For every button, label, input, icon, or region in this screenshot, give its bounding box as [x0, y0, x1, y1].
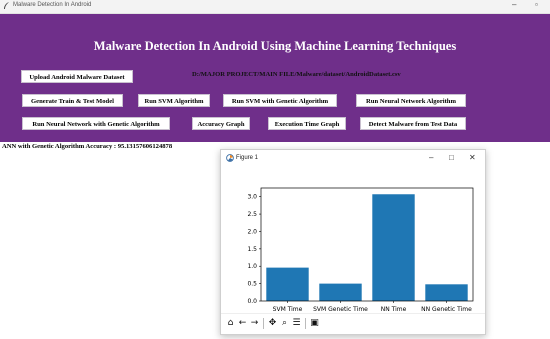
- zoom-icon[interactable]: ⌕: [279, 318, 290, 329]
- configure-icon[interactable]: ☰: [291, 318, 302, 329]
- bar-chart: SVM Time SVM Genetic Time NN Time NN Geneti…: [247, 187, 474, 312]
- y-tick-label: 2.0: [247, 228, 257, 235]
- dataset-path-label: D:/MAJOR PROJECT/MAIN FILE/Malware/datas…: [192, 71, 401, 78]
- figure-toolbar: ⌂ ← → ✥ ⌕ ☰ ▣: [221, 313, 485, 334]
- back-icon[interactable]: ←: [237, 318, 248, 329]
- save-icon[interactable]: ▣: [309, 318, 320, 329]
- x-tick-label: NN Time: [381, 306, 407, 312]
- pan-icon[interactable]: ✥: [267, 318, 278, 329]
- bar-2: [319, 283, 362, 301]
- window-titlebar: Malware Detection In Android – ▫: [0, 0, 550, 14]
- figure-minimize-button[interactable]: –: [429, 153, 433, 162]
- window-maximize-button[interactable]: ▫: [535, 0, 538, 9]
- run-nn-genetic-button[interactable]: Run Neural Network with Genetic Algorith…: [22, 117, 170, 130]
- generate-model-button[interactable]: Generate Train & Test Model: [22, 94, 123, 107]
- bar-4: [425, 284, 468, 301]
- y-tick-label: 3.0: [247, 194, 257, 201]
- toolbar-separator: [263, 318, 264, 329]
- window-minimize-button[interactable]: –: [512, 0, 516, 9]
- matplotlib-icon: [226, 154, 234, 162]
- figure-window: Figure 1 – □ ✕ SVM Time SVM Genetic Time N…: [220, 149, 486, 335]
- y-tick-label: 0.0: [247, 298, 257, 305]
- y-tick-label: 1.0: [247, 263, 257, 270]
- run-nn-button[interactable]: Run Neural Network Algorithm: [356, 94, 466, 107]
- home-icon[interactable]: ⌂: [225, 318, 236, 329]
- bar-1: [266, 267, 309, 301]
- y-tick-label: 2.5: [247, 211, 257, 218]
- figure-titlebar: Figure 1 – □ ✕: [221, 150, 485, 167]
- run-svm-genetic-button[interactable]: Run SVM with Genetic Algorithm: [223, 94, 337, 107]
- run-svm-button[interactable]: Run SVM Algorithm: [138, 94, 210, 107]
- accuracy-output-text: ANN with Genetic Algorithm Accuracy : 95…: [2, 143, 173, 150]
- page-title: Malware Detection In Android Using Machi…: [93, 39, 457, 53]
- toolbar-separator: [305, 318, 306, 329]
- x-tick-label: SVM Genetic Time: [313, 306, 368, 312]
- bar-3: [372, 194, 415, 301]
- upload-dataset-button[interactable]: Upload Android Malware Dataset: [21, 70, 133, 83]
- window-title: Malware Detection In Android: [13, 2, 92, 8]
- x-tick-label: NN Genetic Time: [421, 306, 472, 312]
- feather-icon: [4, 2, 9, 9]
- y-tick-label: 1.5: [247, 246, 257, 253]
- execution-time-graph-button[interactable]: Execution Time Graph: [268, 117, 346, 130]
- detect-malware-button[interactable]: Detect Malware from Test Data: [360, 117, 466, 130]
- x-tick-label: SVM Time: [273, 306, 303, 312]
- figure-title: Figure 1: [236, 155, 259, 161]
- forward-icon[interactable]: →: [249, 318, 260, 329]
- figure-maximize-button[interactable]: □: [449, 153, 454, 162]
- figure-close-button[interactable]: ✕: [469, 153, 476, 162]
- accuracy-graph-button[interactable]: Accuracy Graph: [192, 117, 250, 130]
- y-tick-label: 0.5: [247, 281, 257, 288]
